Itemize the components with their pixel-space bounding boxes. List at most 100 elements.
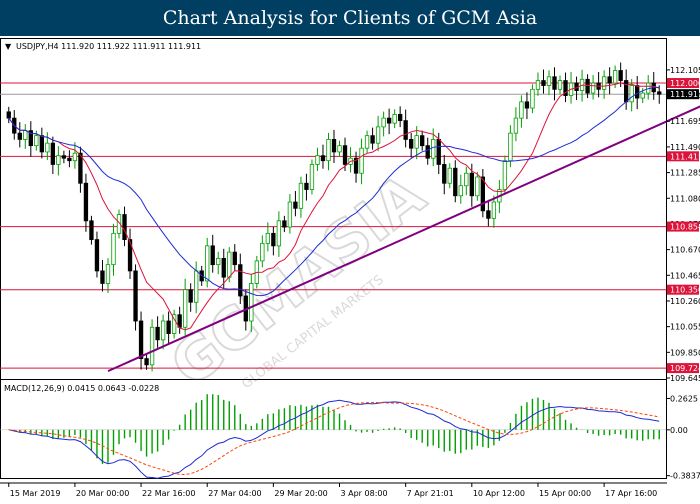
candle-body-29 [166,320,171,334]
candle-body-58 [326,139,331,162]
candle-body-39 [221,257,226,278]
candle-body-40 [227,251,232,278]
price-tick-label-8: 110.465 [670,271,700,280]
candle-body-19 [111,232,116,266]
candle-body-81 [453,167,458,197]
chart-svg[interactable]: GCMASIA GLOBAL CAPITAL MARKETS ▼ USDJPY,… [0,36,700,500]
chart-area[interactable]: GCMASIA GLOBAL CAPITAL MARKETS ▼ USDJPY,… [0,36,700,500]
candle-body-75 [420,135,425,147]
candle-body-52 [293,201,298,209]
candle-body-24 [138,320,144,359]
level-tag-label-1: 111.415 [670,152,700,161]
candle-body-83 [464,172,469,187]
candle-body-87 [486,210,491,219]
candle-body-61 [342,145,348,165]
candle-body-55 [309,164,315,190]
macd-tick-label-2: -0.3837 [670,472,700,481]
candle-body-34 [194,270,199,303]
candle-body-95 [530,88,535,109]
candle-body-88 [491,201,497,219]
candle-body-85 [475,176,480,197]
candle-body-57 [320,155,326,162]
time-tick-label-5: 3 Apr 08:00 [341,489,388,498]
time-tick-label-1: 20 Mar 00:00 [76,489,129,498]
candle-body-99 [552,76,557,90]
time-tick-label-9: 17 Apr 16:00 [605,489,657,498]
candle-body-113 [629,85,634,103]
price-tick-label-7: 110.670 [670,246,700,255]
level-tag-label-0: 112.000 [670,79,700,88]
candle-body-21 [122,214,127,241]
candle-body-110 [612,70,618,84]
price-tick-label-9: 110.260 [670,297,700,306]
candle-body-2 [17,132,22,140]
time-tick-label-7: 10 Apr 12:00 [473,489,525,498]
level-tag-label-3: 110.350 [670,286,700,295]
candle-body-94 [524,101,530,109]
candle-body-7 [45,142,50,153]
price-tick-label-12: 109.645 [670,374,700,383]
candle-body-92 [513,117,519,134]
main-header: USDJPY,H4 111.920 111.922 111.911 111.91… [16,42,201,51]
candle-body-15 [89,220,94,241]
macd-header: MACD(12,26,9) 0.0415 0.0643 -0.0228 [4,384,159,393]
candle-body-97 [541,80,546,86]
time-tick-label-0: 15 Mar 2019 [10,489,61,498]
candle-body-49 [276,220,282,247]
candle-body-73 [409,139,414,149]
candle-body-5 [34,135,39,147]
price-tick-label-5: 111.080 [670,194,700,203]
candle-body-41 [232,251,237,266]
candle-body-25 [144,358,149,366]
candle-body-33 [188,289,193,303]
level-tag-label-4: 109.724 [670,364,700,373]
candle-body-67 [375,126,381,144]
candle-body-11 [67,157,72,162]
candle-body-26 [149,326,155,366]
candle-body-78 [436,139,441,165]
candle-body-6 [39,135,44,153]
candle-body-9 [56,155,61,165]
candle-body-32 [182,289,188,328]
candle-body-54 [304,182,309,190]
price-tick-label-2: 111.695 [670,117,700,126]
level-tag-label-2: 110.854 [670,223,700,232]
candle-body-42 [238,264,243,297]
candle-body-112 [624,80,629,103]
candle-body-82 [458,185,463,197]
time-tick-label-2: 22 Mar 16:00 [142,489,195,498]
price-tick-label-0: 112.105 [670,66,700,75]
candle-body-64 [359,147,364,174]
candle-body-80 [447,167,452,184]
candle-body-69 [386,117,392,124]
price-tick-label-4: 111.285 [670,169,700,178]
candle-body-105 [585,78,590,94]
dropdown-arrow-icon[interactable]: ▼ [5,42,12,51]
candle-body-72 [403,120,408,140]
candle-body-70 [392,113,397,124]
candle-body-66 [370,135,375,144]
candle-body-84 [469,172,474,197]
candle-body-79 [442,164,447,184]
price-tick-label-11: 109.850 [670,348,700,357]
candle-body-96 [535,80,541,90]
candle-body-48 [271,232,276,247]
candle-body-38 [216,257,221,266]
candle-body-90 [502,160,508,190]
candle-body-98 [546,76,552,86]
candle-body-37 [210,245,215,266]
candle-body-53 [298,182,304,209]
candle-body-27 [155,326,160,341]
price-tick-label-10: 110.055 [670,323,700,332]
candle-body-36 [205,245,210,282]
candle-body-44 [249,283,254,322]
candle-body-118 [657,91,662,95]
candle-body-23 [133,270,138,322]
candle-body-56 [315,155,320,165]
candle-body-106 [590,82,596,94]
candle-body-17 [100,270,105,284]
candle-body-108 [601,76,607,90]
time-tick-label-6: 7 Apr 21:01 [407,489,454,498]
candle-body-47 [265,232,271,244]
macd-tick-label-0: 0.2625 [670,394,698,403]
